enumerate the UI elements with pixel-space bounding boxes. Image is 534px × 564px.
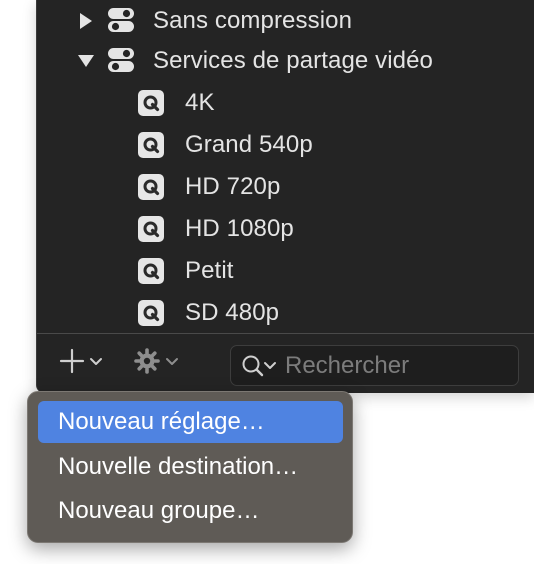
tree-item-label: HD 1080p xyxy=(185,215,294,242)
action-menu-button[interactable] xyxy=(133,347,179,380)
search-field[interactable] xyxy=(230,345,519,386)
presets-panel: Sans compression Services de partage vid… xyxy=(36,0,534,393)
gear-icon xyxy=(133,347,161,380)
tree-item-label: 4K xyxy=(185,89,215,116)
add-menu-button[interactable] xyxy=(59,348,103,378)
tree-item-label: Petit xyxy=(185,257,234,284)
tree-group-label: Services de partage vidéo xyxy=(153,47,433,74)
tree-group-label: Sans compression xyxy=(153,7,353,34)
quicktime-icon xyxy=(138,258,164,284)
quicktime-icon xyxy=(138,300,164,326)
chevron-down-icon xyxy=(165,354,179,372)
quicktime-icon xyxy=(138,174,164,200)
quicktime-icon xyxy=(138,216,164,242)
tree-item-label: SD 480p xyxy=(185,299,280,326)
tree-item[interactable]: Petit xyxy=(37,250,534,292)
menu-item-new-preset[interactable]: Nouveau réglage… xyxy=(38,401,343,443)
bottom-toolbar xyxy=(37,333,534,393)
tree-group-sans-compression[interactable]: Sans compression xyxy=(37,0,534,42)
tree-item-label: HD 720p xyxy=(185,173,281,200)
quicktime-icon xyxy=(138,132,164,158)
search-icon[interactable] xyxy=(241,354,281,383)
plus-icon xyxy=(59,348,85,379)
tree-item-label: Grand 540p xyxy=(185,131,313,158)
tree-item[interactable]: 4K xyxy=(37,82,534,124)
add-dropdown-menu: Nouveau réglage… Nouvelle destination… N… xyxy=(27,391,353,543)
toggle-group-icon xyxy=(107,46,135,74)
menu-item-new-group[interactable]: Nouveau groupe… xyxy=(38,490,343,532)
toggle-group-icon xyxy=(107,6,135,34)
tree-item[interactable]: HD 1080p xyxy=(37,208,534,250)
tree-item[interactable]: Grand 540p xyxy=(37,124,534,166)
search-input[interactable] xyxy=(285,350,505,382)
quicktime-icon xyxy=(138,90,164,116)
tree-item[interactable]: SD 480p xyxy=(37,292,534,334)
tree-item[interactable]: HD 720p xyxy=(37,166,534,208)
chevron-down-icon xyxy=(89,354,103,372)
disclosure-down-icon[interactable] xyxy=(77,52,95,70)
menu-item-new-destination[interactable]: Nouvelle destination… xyxy=(38,446,343,488)
tree-group-services-de-partage-video[interactable]: Services de partage vidéo xyxy=(37,40,534,82)
presets-tree: Sans compression Services de partage vid… xyxy=(37,0,534,333)
disclosure-right-icon[interactable] xyxy=(77,12,95,30)
